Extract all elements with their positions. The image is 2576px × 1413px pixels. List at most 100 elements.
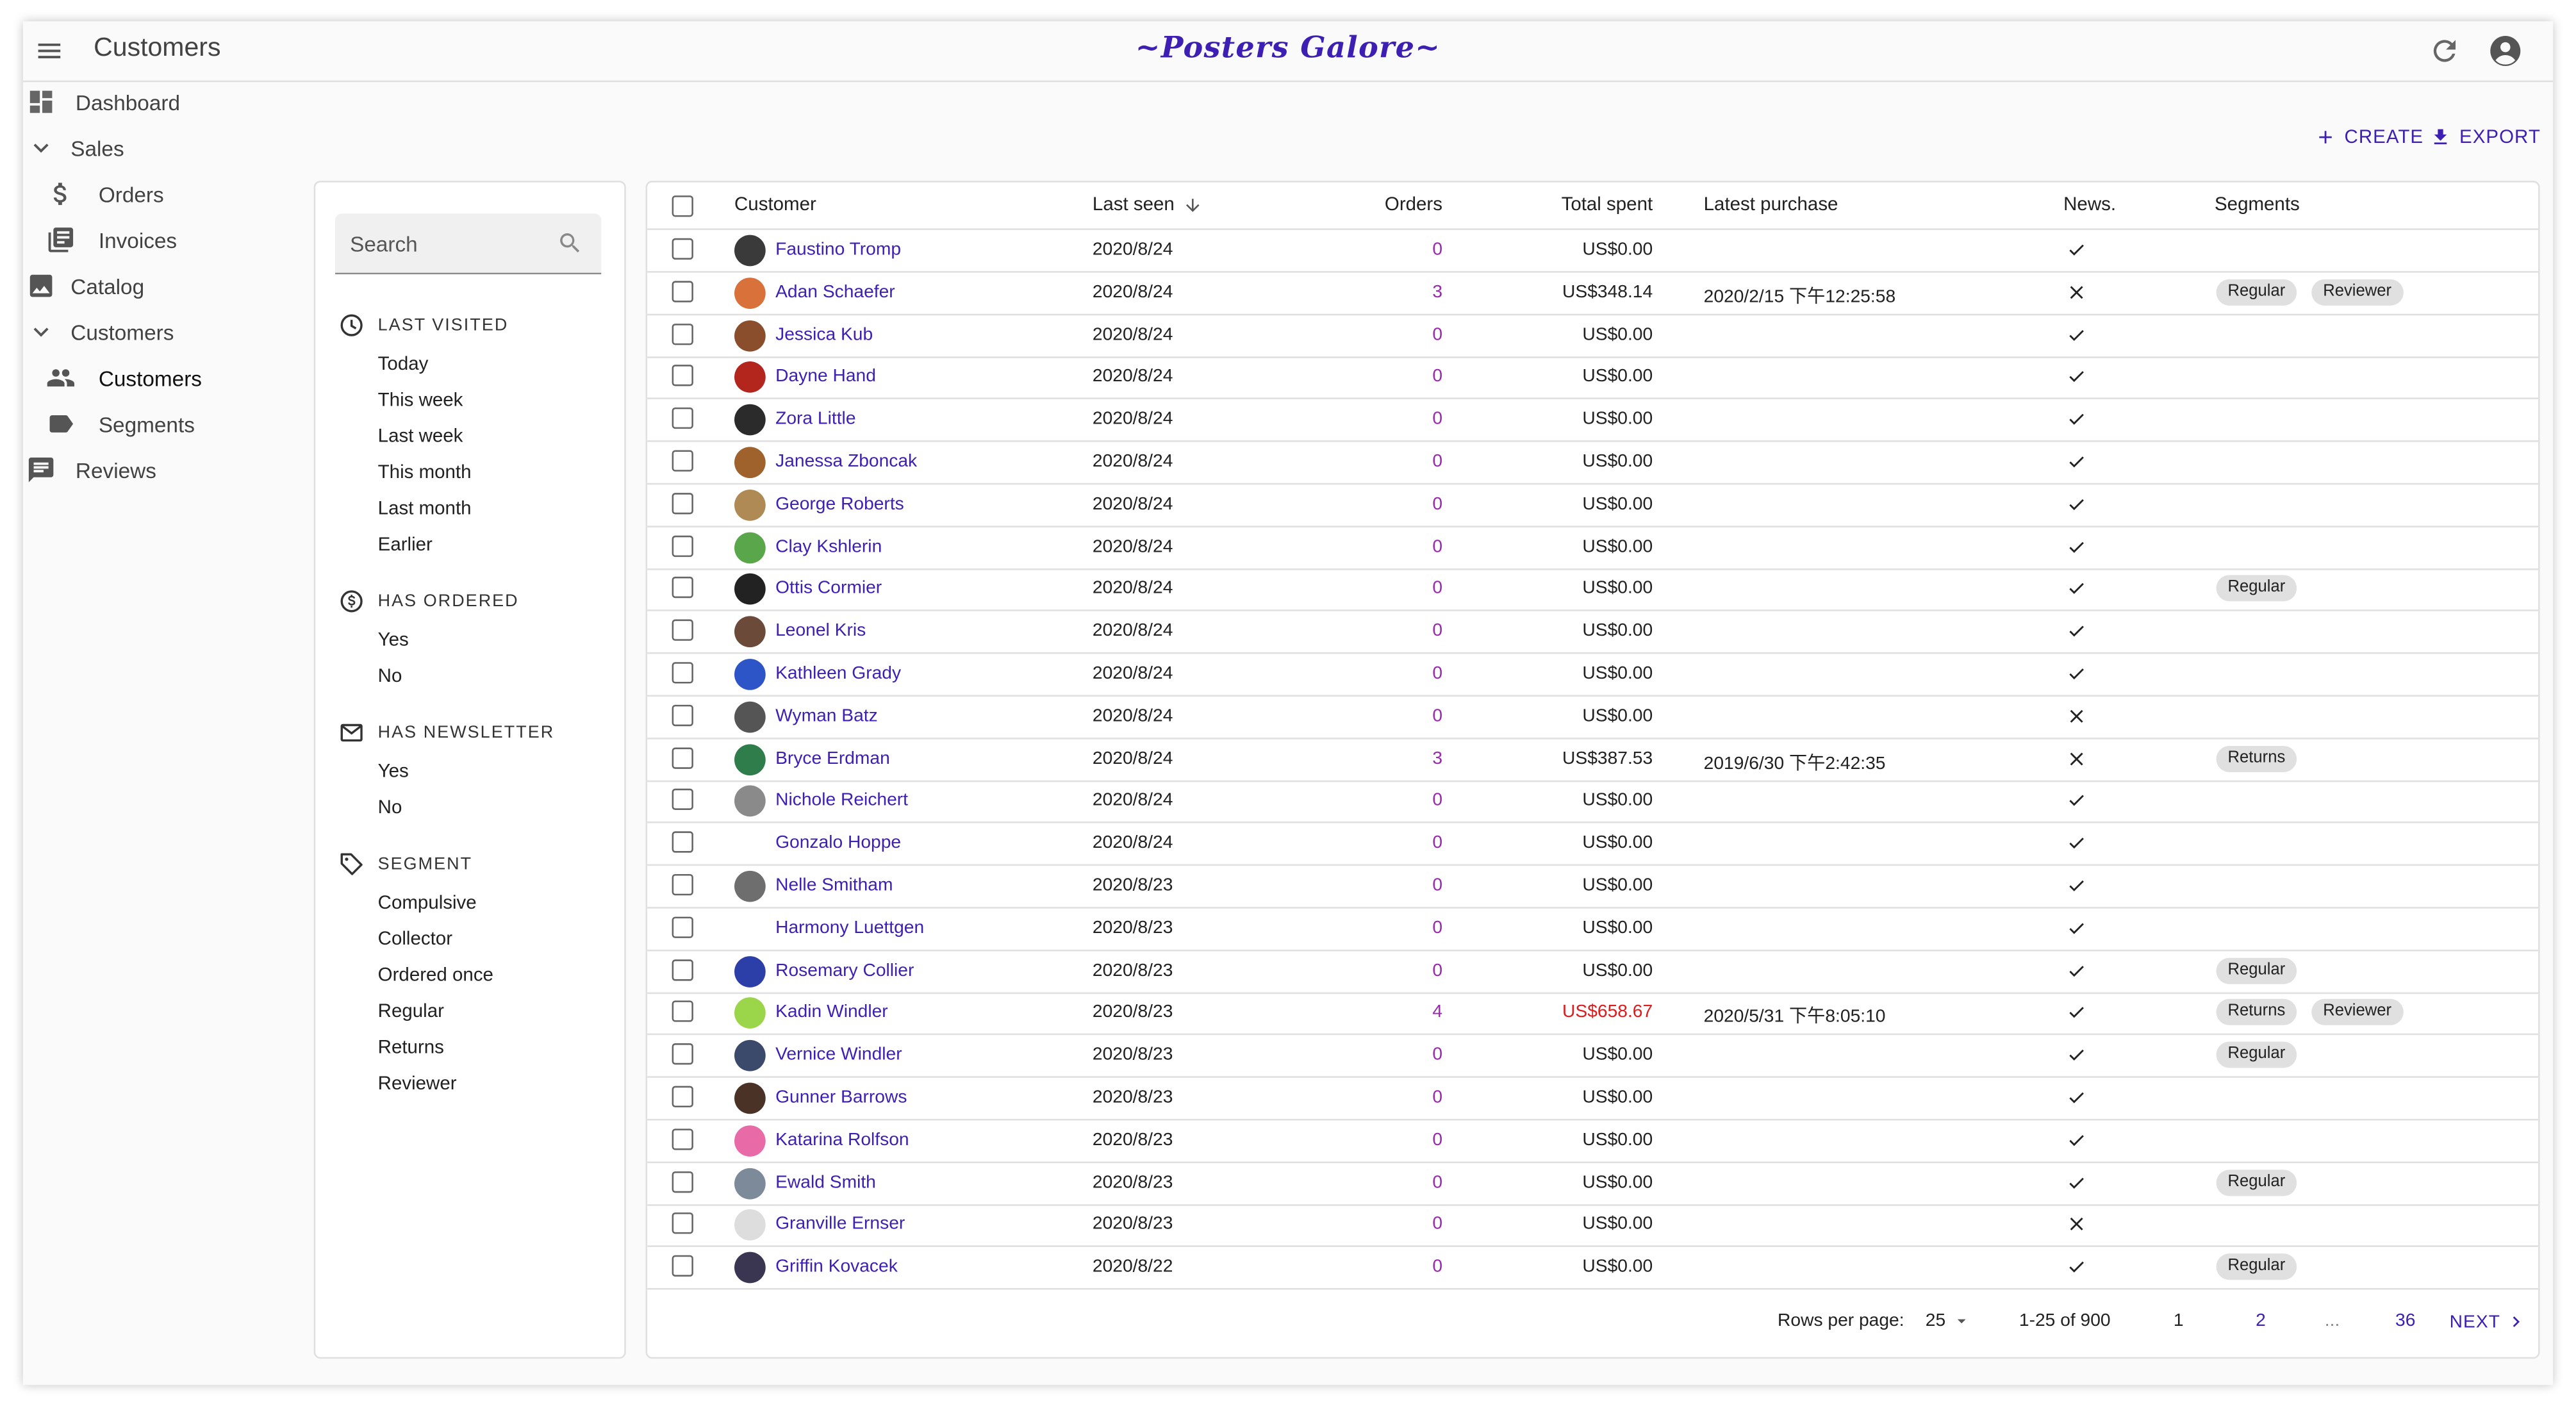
customer-name-link[interactable]: Faustino Tromp <box>775 240 901 260</box>
customer-name-link[interactable]: Gunner Barrows <box>775 1087 907 1107</box>
customer-name-link[interactable]: Leonel Kris <box>775 622 866 641</box>
filter-option-this-month[interactable]: This month <box>378 460 472 486</box>
column-header-total-spent[interactable]: Total spent <box>1501 195 1653 215</box>
column-header-orders[interactable]: Orders <box>1370 195 1442 215</box>
column-header-customer[interactable]: Customer <box>734 195 816 215</box>
row-checkbox[interactable] <box>672 492 693 514</box>
search-icon[interactable] <box>557 230 583 256</box>
rows-per-page-select[interactable]: 25 <box>1926 1311 1972 1331</box>
row-checkbox[interactable] <box>672 831 693 854</box>
customer-name-link[interactable]: Nelle Smitham <box>775 876 893 896</box>
customer-name-link[interactable]: Ewald Smith <box>775 1173 876 1193</box>
customer-name-link[interactable]: Granville Ernser <box>775 1215 905 1235</box>
sidebar-item-catalog[interactable]: Catalog <box>26 266 144 306</box>
row-checkbox[interactable] <box>672 577 693 599</box>
refresh-icon[interactable] <box>2428 35 2461 67</box>
table-row[interactable]: Harmony Luettgen 2020/8/23 0 US$0.00 <box>647 908 2539 951</box>
row-checkbox[interactable] <box>672 747 693 768</box>
column-header-newsletter[interactable]: News. <box>2063 195 2116 215</box>
row-checkbox[interactable] <box>672 1128 693 1150</box>
filter-option-ordered-yes[interactable]: Yes <box>378 627 409 654</box>
sidebar-item-dashboard[interactable]: Dashboard <box>26 82 180 122</box>
table-row[interactable]: Leonel Kris 2020/8/24 0 US$0.00 <box>647 611 2539 654</box>
customer-name-link[interactable]: Dayne Hand <box>775 367 876 387</box>
row-checkbox[interactable] <box>672 280 693 302</box>
customer-name-link[interactable]: Rosemary Collier <box>775 961 914 980</box>
table-row[interactable]: Granville Ernser 2020/8/23 0 US$0.00 <box>647 1205 2539 1248</box>
table-row[interactable]: Faustino Tromp 2020/8/24 0 US$0.00 <box>647 230 2539 273</box>
table-row[interactable]: George Roberts 2020/8/24 0 US$0.00 <box>647 484 2539 527</box>
filter-option-newsletter-no[interactable]: No <box>378 795 402 822</box>
row-checkbox[interactable] <box>672 959 693 980</box>
filter-option-newsletter-yes[interactable]: Yes <box>378 759 409 785</box>
row-checkbox[interactable] <box>672 323 693 345</box>
table-row[interactable]: Zora Little 2020/8/24 0 US$0.00 <box>647 399 2539 443</box>
table-row[interactable]: Vernice Windler 2020/8/23 0 US$0.00 Regular <box>647 1036 2539 1078</box>
row-checkbox[interactable] <box>672 873 693 896</box>
table-row[interactable]: Kathleen Grady 2020/8/24 0 US$0.00 <box>647 654 2539 697</box>
sidebar-item-segments[interactable]: Segments <box>46 404 195 444</box>
filter-option-earlier[interactable]: Earlier <box>378 533 433 559</box>
customer-name-link[interactable]: Janessa Zboncak <box>775 452 917 472</box>
table-row[interactable]: Bryce Erdman 2020/8/24 3 US$387.53 2019/6/30… <box>647 739 2539 782</box>
row-checkbox[interactable] <box>672 662 693 684</box>
customer-name-link[interactable]: Bryce Erdman <box>775 748 890 768</box>
row-checkbox[interactable] <box>672 1170 693 1193</box>
customer-name-link[interactable]: Ottis Cormier <box>775 579 882 599</box>
customer-name-link[interactable]: Vernice Windler <box>775 1045 902 1065</box>
filter-option-compulsive[interactable]: Compulsive <box>378 891 477 917</box>
table-row[interactable]: Kadin Windler 2020/8/23 4 US$658.67 2020/5/3… <box>647 993 2539 1036</box>
search-input[interactable] <box>350 228 547 258</box>
row-checkbox[interactable] <box>672 450 693 472</box>
export-button[interactable]: EXPORT <box>2430 126 2541 147</box>
row-checkbox[interactable] <box>672 1255 693 1277</box>
customer-name-link[interactable]: Nichole Reichert <box>775 791 908 811</box>
table-row[interactable]: Katarina Rolfson 2020/8/23 0 US$0.00 <box>647 1120 2539 1163</box>
table-row[interactable]: Nelle Smitham 2020/8/23 0 US$0.00 <box>647 866 2539 909</box>
row-checkbox[interactable] <box>672 916 693 938</box>
customer-name-link[interactable]: Katarina Rolfson <box>775 1130 909 1150</box>
table-row[interactable]: Ewald Smith 2020/8/23 0 US$0.00 Regular <box>647 1162 2539 1205</box>
next-page-button[interactable]: NEXT <box>2450 1311 2527 1332</box>
sidebar-item-orders[interactable]: Orders <box>46 174 164 214</box>
sidebar-item-invoices[interactable]: Invoices <box>46 220 177 260</box>
sidebar-item-reviews[interactable]: Reviews <box>26 450 156 490</box>
row-checkbox[interactable] <box>672 789 693 811</box>
filter-option-this-week[interactable]: This week <box>378 388 463 414</box>
filter-option-regular[interactable]: Regular <box>378 999 444 1025</box>
create-button[interactable]: CREATE <box>2315 126 2423 147</box>
page-2-button[interactable]: 2 <box>2256 1311 2266 1331</box>
customer-name-link[interactable]: Wyman Batz <box>775 706 878 726</box>
page-36-button[interactable]: 36 <box>2395 1311 2415 1331</box>
table-row[interactable]: Adan Schaefer 2020/8/24 3 US$348.14 2020/2/1… <box>647 272 2539 315</box>
customer-name-link[interactable]: George Roberts <box>775 494 904 514</box>
select-all-checkbox[interactable] <box>672 195 693 217</box>
row-checkbox[interactable] <box>672 408 693 429</box>
filter-option-collector[interactable]: Collector <box>378 927 452 953</box>
customer-name-link[interactable]: Kadin Windler <box>775 1003 888 1023</box>
row-checkbox[interactable] <box>672 1086 693 1108</box>
filter-option-last-week[interactable]: Last week <box>378 424 463 450</box>
row-checkbox[interactable] <box>672 238 693 260</box>
sidebar-item-customers[interactable]: Customers <box>46 358 202 398</box>
table-row[interactable]: Wyman Batz 2020/8/24 0 US$0.00 <box>647 697 2539 740</box>
page-1-button[interactable]: 1 <box>2174 1311 2184 1331</box>
search-field[interactable] <box>335 213 602 275</box>
filter-option-ordered-no[interactable]: No <box>378 664 402 690</box>
table-row[interactable]: Gunner Barrows 2020/8/23 0 US$0.00 <box>647 1078 2539 1121</box>
row-checkbox[interactable] <box>672 704 693 726</box>
customer-name-link[interactable]: Zora Little <box>775 409 855 429</box>
table-row[interactable]: Ottis Cormier 2020/8/24 0 US$0.00 Regular <box>647 569 2539 612</box>
filter-option-reviewer[interactable]: Reviewer <box>378 1071 457 1098</box>
sidebar-item-sales[interactable]: Sales <box>26 128 124 168</box>
customer-name-link[interactable]: Griffin Kovacek <box>775 1257 898 1277</box>
column-header-last-seen[interactable]: Last seen <box>1093 195 1202 215</box>
table-row[interactable]: Gonzalo Hoppe 2020/8/24 0 US$0.00 <box>647 823 2539 866</box>
row-checkbox[interactable] <box>672 1213 693 1235</box>
table-row[interactable]: Janessa Zboncak 2020/8/24 0 US$0.00 <box>647 442 2539 485</box>
account-icon[interactable] <box>2488 33 2523 69</box>
row-checkbox[interactable] <box>672 620 693 641</box>
table-row[interactable]: Nichole Reichert 2020/8/24 0 US$0.00 <box>647 781 2539 824</box>
filter-option-returns[interactable]: Returns <box>378 1035 444 1061</box>
customer-name-link[interactable]: Clay Kshlerin <box>775 536 882 556</box>
